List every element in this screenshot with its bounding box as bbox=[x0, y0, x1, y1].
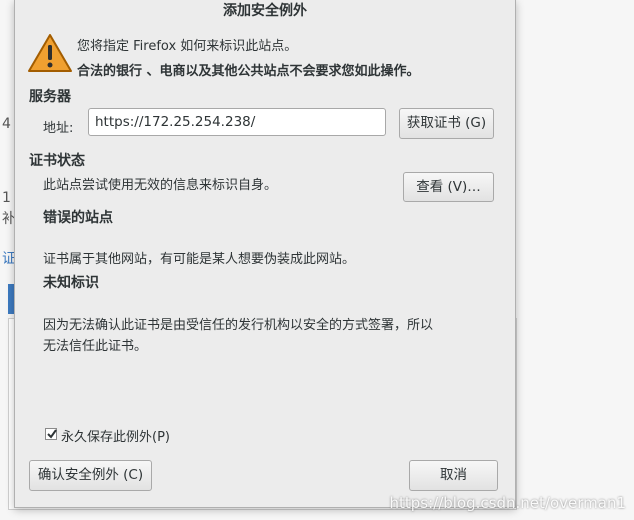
dialog-title: 添加安全例外 bbox=[223, 3, 307, 19]
intro-text: 您将指定 Firefox 如何来标识此站点。 bbox=[77, 39, 298, 54]
unknown-identity-text-line2: 无法信任此证书。 bbox=[43, 339, 148, 354]
permanent-exception-label[interactable]: 永久保存此例外(P) bbox=[61, 426, 170, 445]
bg-text-fragment: 4 bbox=[2, 116, 11, 132]
address-input[interactable] bbox=[88, 108, 386, 136]
address-label: 地址: bbox=[43, 121, 74, 136]
wrong-site-text: 证书属于其他网站，有可能是某人想要伪装成此网站。 bbox=[43, 252, 356, 267]
unknown-identity-heading: 未知标识 bbox=[43, 275, 99, 291]
bg-text-fragment: 1 bbox=[2, 190, 11, 206]
get-certificate-button[interactable]: 获取证书 (G) bbox=[399, 108, 494, 139]
wrong-site-heading: 错误的站点 bbox=[43, 210, 113, 226]
permanent-exception-checkbox[interactable] bbox=[45, 428, 57, 440]
unknown-identity-text-line1: 因为无法确认此证书是由受信任的发行机构以安全的方式签署，所以 bbox=[43, 318, 434, 333]
warning-triangle-icon bbox=[28, 34, 72, 72]
watermark-text: https://blog.csdn.net/overman1 bbox=[389, 494, 627, 512]
confirm-exception-button[interactable]: 确认安全例外 (C) bbox=[29, 460, 152, 491]
view-certificate-button[interactable]: 查看 (V)… bbox=[403, 172, 494, 202]
checkmark-icon bbox=[47, 429, 57, 439]
server-heading: 服务器 bbox=[29, 89, 71, 105]
warning-text: 合法的银行 、电商以及其他公共站点不会要求您如此操作。 bbox=[77, 64, 420, 79]
add-security-exception-dialog: 添加安全例外 您将指定 Firefox 如何来标识此站点。 合法的银行 、电商以… bbox=[14, 0, 516, 508]
cancel-button[interactable]: 取消 bbox=[409, 460, 498, 491]
cert-status-heading: 证书状态 bbox=[29, 153, 85, 169]
cert-status-text: 此站点尝试使用无效的信息来标识自身。 bbox=[43, 178, 278, 193]
